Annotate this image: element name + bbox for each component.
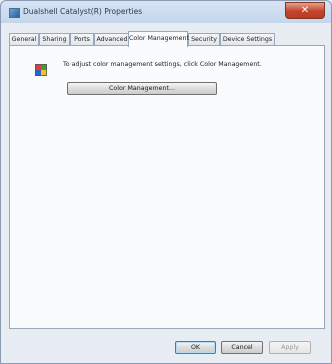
cancel-button[interactable]: Cancel [221,341,263,354]
color-management-description: To adjust color management settings, cli… [63,61,262,68]
printer-icon [9,8,20,18]
color-management-panel: To adjust color management settings, cli… [9,45,325,329]
color-management-icon [35,64,47,76]
color-management-button[interactable]: Color Management... [67,82,217,95]
properties-dialog: Dualshell Catalyst(R) Properties ✕ Gener… [0,0,332,364]
tab-strip: General Sharing Ports Advanced Color Man… [9,31,325,47]
close-button[interactable]: ✕ [285,2,325,19]
ok-button[interactable]: OK [175,341,216,354]
window-title: Dualshell Catalyst(R) Properties [23,7,143,16]
apply-button[interactable]: Apply [269,341,311,354]
tab-color-management[interactable]: Color Management [128,31,189,47]
title-bar: Dualshell Catalyst(R) Properties ✕ [1,1,331,23]
